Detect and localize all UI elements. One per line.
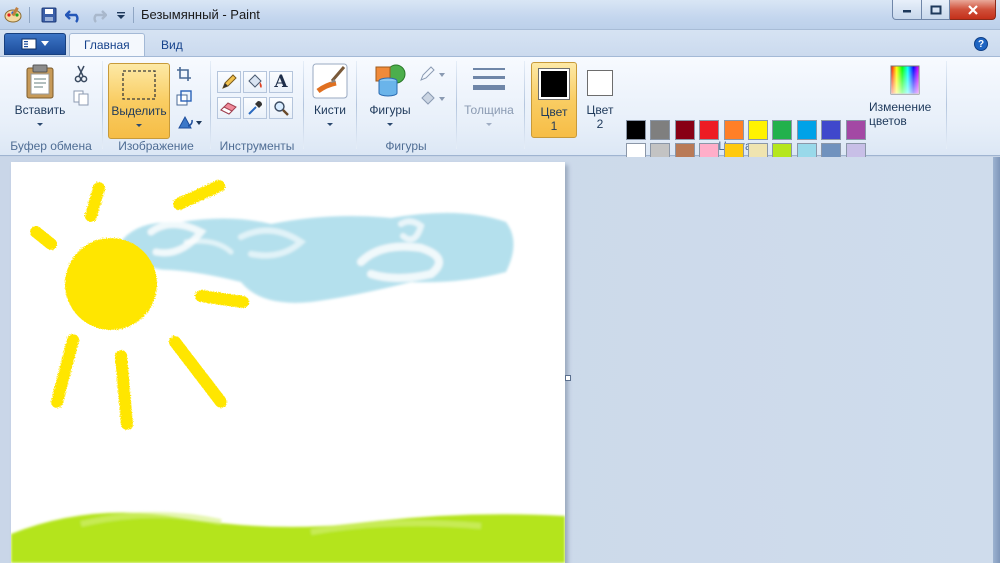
select-dropdown-arrow-icon xyxy=(136,124,142,127)
group-separator xyxy=(303,61,304,149)
menu-icon xyxy=(21,38,37,50)
redo-icon[interactable] xyxy=(88,5,108,25)
palette-swatch[interactable] xyxy=(674,120,695,140)
tab-view[interactable]: Вид xyxy=(147,33,197,56)
palette-swatch[interactable] xyxy=(650,120,671,140)
magnifier-icon xyxy=(274,101,289,116)
close-button[interactable] xyxy=(950,0,996,20)
canvas-resize-handle[interactable] xyxy=(565,375,571,381)
tools-group-label: Инструменты xyxy=(219,139,295,153)
paste-button[interactable]: Вставить xyxy=(8,63,72,126)
undo-icon[interactable] xyxy=(64,5,84,25)
shapes-dropdown-arrow-icon xyxy=(387,123,393,126)
select-label: Выделить xyxy=(111,104,167,118)
brushes-button[interactable]: Кисти xyxy=(306,63,354,126)
palette-swatch[interactable] xyxy=(748,120,768,140)
drawing-canvas[interactable] xyxy=(11,162,565,563)
save-icon[interactable] xyxy=(39,5,59,25)
chevron-down-icon xyxy=(41,41,49,46)
color2-swatch xyxy=(587,70,613,96)
window-title: Безымянный - Paint xyxy=(141,7,260,22)
eraser-icon xyxy=(220,102,237,115)
grass-drawing xyxy=(11,512,565,563)
window-right-edge xyxy=(993,157,1000,563)
paste-label: Вставить xyxy=(14,103,66,117)
cut-icon[interactable] xyxy=(70,63,92,85)
size-dropdown-arrow-icon xyxy=(486,123,492,126)
ribbon-panel: Вставить Буфер обмена Изображение Выдели… xyxy=(0,56,1000,186)
edit-colors-button[interactable]: Изменение цветов xyxy=(869,65,941,128)
color1-swatch xyxy=(538,68,570,100)
image-group-label: Изображение xyxy=(118,139,194,153)
palette-swatch[interactable] xyxy=(699,120,720,140)
title-bar: Безымянный - Paint xyxy=(0,0,1000,30)
paste-dropdown-arrow-icon xyxy=(37,123,43,126)
brushes-label: Кисти xyxy=(314,103,346,117)
resize-icon[interactable] xyxy=(173,87,195,109)
color-picker-tool[interactable] xyxy=(243,97,267,119)
outline-icon[interactable] xyxy=(418,63,448,85)
copy-icon[interactable] xyxy=(70,87,92,109)
customize-quick-access-icon[interactable] xyxy=(111,5,131,25)
group-separator xyxy=(456,61,457,149)
maximize-button[interactable] xyxy=(922,0,950,20)
brushes-dropdown-arrow-icon xyxy=(327,123,333,126)
palette-swatch[interactable] xyxy=(723,120,744,140)
fill-tool[interactable] xyxy=(243,71,267,93)
paint-bucket-icon xyxy=(248,74,262,88)
ribbon-tab-strip: Главная Вид ? xyxy=(0,30,1000,56)
brush-icon xyxy=(312,63,348,99)
pencil-icon xyxy=(222,74,237,89)
help-icon[interactable]: ? xyxy=(974,37,988,51)
palette-swatch[interactable] xyxy=(796,120,817,140)
pencil-tool[interactable] xyxy=(217,71,241,93)
tab-home[interactable]: Главная xyxy=(69,33,145,56)
window-controls xyxy=(892,0,996,20)
paint-app-icon[interactable] xyxy=(3,5,23,25)
palette-swatch[interactable] xyxy=(845,120,866,140)
shapes-button[interactable]: Фигуры xyxy=(362,63,418,126)
clipboard-group: Вставить Буфер обмена xyxy=(0,57,102,156)
cloud-drawing xyxy=(121,212,514,303)
color2-label: Цвет 2 xyxy=(586,103,614,131)
title-separator xyxy=(133,7,134,23)
palette-swatch[interactable] xyxy=(626,120,646,140)
shapes-group-label: Фигуры xyxy=(385,139,427,153)
color2-button[interactable]: Цвет 2 xyxy=(580,62,620,138)
quick-access-separator xyxy=(29,7,30,23)
rotate-icon[interactable] xyxy=(175,111,203,133)
crop-icon[interactable] xyxy=(173,63,195,85)
text-tool[interactable]: A xyxy=(269,71,293,93)
edit-colors-label: Изменение цветов xyxy=(869,100,932,128)
size-button[interactable]: Толщина xyxy=(458,63,520,126)
palette-swatch[interactable] xyxy=(772,120,793,140)
eyedropper-icon xyxy=(248,101,262,115)
minimize-icon xyxy=(903,9,911,12)
maximize-icon xyxy=(930,5,941,14)
group-separator xyxy=(946,61,947,149)
paint-menu-button[interactable] xyxy=(4,33,66,55)
close-icon xyxy=(967,4,978,15)
shapes-label: Фигуры xyxy=(369,103,411,117)
selection-rectangle-icon xyxy=(122,70,156,100)
color1-button[interactable]: Цвет 1 xyxy=(531,62,577,138)
select-button[interactable]: Выделить xyxy=(108,63,170,139)
color-spectrum-icon xyxy=(890,65,920,95)
text-tool-icon: A xyxy=(274,72,288,92)
magnifier-tool[interactable] xyxy=(269,97,293,119)
size-label: Толщина xyxy=(464,103,514,117)
eraser-tool[interactable] xyxy=(217,97,241,119)
line-thickness-icon xyxy=(473,68,505,90)
color1-label: Цвет 1 xyxy=(540,105,568,133)
clipboard-group-label: Буфер обмена xyxy=(10,139,92,153)
drawing-svg xyxy=(11,180,565,563)
fill-shape-icon[interactable] xyxy=(418,87,448,109)
palette-swatch[interactable] xyxy=(821,120,842,140)
paste-icon xyxy=(26,64,54,99)
minimize-button[interactable] xyxy=(892,0,922,20)
shapes-icon xyxy=(375,64,406,97)
